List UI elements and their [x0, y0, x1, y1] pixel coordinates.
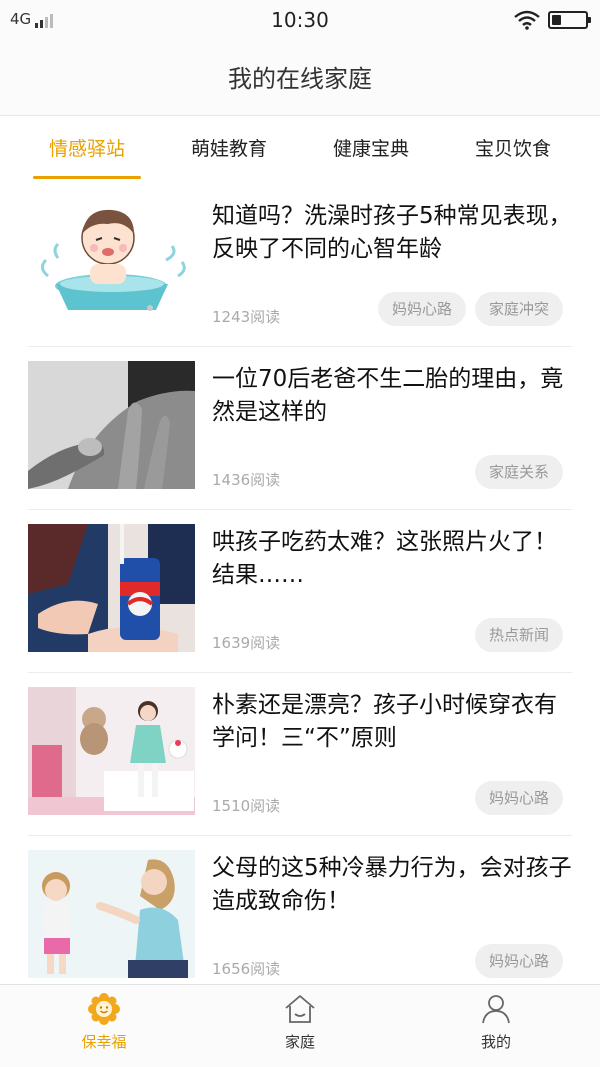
- status-icons: [514, 10, 591, 30]
- read-count: 1656阅读: [212, 960, 281, 978]
- article-tags: 妈妈心路: [474, 781, 563, 815]
- nav-family[interactable]: 家庭: [240, 993, 360, 1052]
- article-tags: 妈妈心路: [474, 944, 563, 978]
- tab-health[interactable]: 健康宝典: [296, 134, 446, 161]
- article-thumbnail: [28, 850, 195, 978]
- article-title[interactable]: 哄孩子吃药太难？这张照片火了！结果……: [212, 526, 572, 592]
- tab-kids-education[interactable]: 萌娃教育: [154, 134, 304, 161]
- bath-cartoon-image: [28, 198, 195, 326]
- article-card[interactable]: 哄孩子吃药太难？这张照片火了！结果…… 1639阅读 热点新闻: [28, 510, 572, 673]
- girl-room-photo-image: [28, 687, 195, 815]
- article-tags: 热点新闻: [474, 618, 563, 652]
- nav-label: 我的: [480, 1033, 511, 1051]
- tag-chip[interactable]: 家庭冲突: [474, 292, 563, 326]
- tag-chip[interactable]: 家庭关系: [474, 455, 563, 489]
- article-thumbnail: [28, 524, 195, 652]
- clock: 10:30: [271, 8, 329, 32]
- wifi-icon: [514, 10, 540, 30]
- article-title[interactable]: 父母的这5种冷暴力行为，会对孩子造成致命伤！: [212, 852, 572, 918]
- tab-emotion[interactable]: 情感驿站: [12, 134, 162, 161]
- bottom-navigation: 保幸福 家庭 我的: [0, 984, 600, 1067]
- article-thumbnail: [28, 198, 195, 326]
- article-card[interactable]: 父母的这5种冷暴力行为，会对孩子造成致命伤！ 1656阅读 妈妈心路: [28, 836, 572, 984]
- read-count: 1510阅读: [212, 797, 281, 815]
- article-title[interactable]: 知道吗？洗澡时孩子5种常见表现，反映了不同的心智年龄: [212, 200, 572, 266]
- sunflower-icon: [88, 993, 120, 1025]
- hands-photo-image: [28, 361, 195, 489]
- status-bar: 4G 10:30: [0, 0, 600, 42]
- article-title[interactable]: 朴素还是漂亮？孩子小时候穿衣有学问！三“不”原则: [212, 689, 572, 755]
- article-card[interactable]: 朴素还是漂亮？孩子小时候穿衣有学问！三“不”原则 1510阅读 妈妈心路: [28, 673, 572, 836]
- article-card[interactable]: 知道吗？洗澡时孩子5种常见表现，反映了不同的心智年龄 1243阅读 妈妈心路 家…: [28, 184, 572, 347]
- article-thumbnail: [28, 687, 195, 815]
- person-icon: [482, 995, 510, 1024]
- read-count: 1243阅读: [212, 308, 281, 326]
- nav-label: 家庭: [284, 1033, 315, 1051]
- active-tab-indicator: [33, 176, 141, 179]
- article-card[interactable]: 一位70后老爸不生二胎的理由，竟然是这样的 1436阅读 家庭关系: [28, 347, 572, 510]
- page-title: 我的在线家庭: [0, 42, 600, 116]
- mother-child-photo-image: [28, 850, 195, 978]
- article-tags: 家庭关系: [474, 455, 563, 489]
- nav-home[interactable]: 保幸福: [44, 993, 164, 1052]
- read-count: 1639阅读: [212, 634, 281, 652]
- article-tags: 妈妈心路 家庭冲突: [377, 292, 563, 326]
- nav-mine[interactable]: 我的: [436, 993, 556, 1052]
- tag-chip[interactable]: 妈妈心路: [377, 292, 466, 326]
- nav-label: 保幸福: [81, 1033, 127, 1051]
- house-icon: [285, 995, 315, 1023]
- article-thumbnail: [28, 361, 195, 489]
- read-count: 1436阅读: [212, 471, 281, 489]
- article-title[interactable]: 一位70后老爸不生二胎的理由，竟然是这样的: [212, 363, 572, 429]
- tag-chip[interactable]: 热点新闻: [474, 618, 563, 652]
- child-cola-photo-image: [28, 524, 195, 652]
- tab-baby-diet[interactable]: 宝贝饮食: [438, 134, 588, 161]
- article-feed[interactable]: 知道吗？洗澡时孩子5种常见表现，反映了不同的心智年龄 1243阅读 妈妈心路 家…: [0, 184, 600, 984]
- tag-chip[interactable]: 妈妈心路: [474, 944, 563, 978]
- tag-chip[interactable]: 妈妈心路: [474, 781, 563, 815]
- category-tabs: 情感驿站 萌娃教育 健康宝典 宝贝饮食: [0, 116, 600, 184]
- battery-icon: [548, 11, 591, 29]
